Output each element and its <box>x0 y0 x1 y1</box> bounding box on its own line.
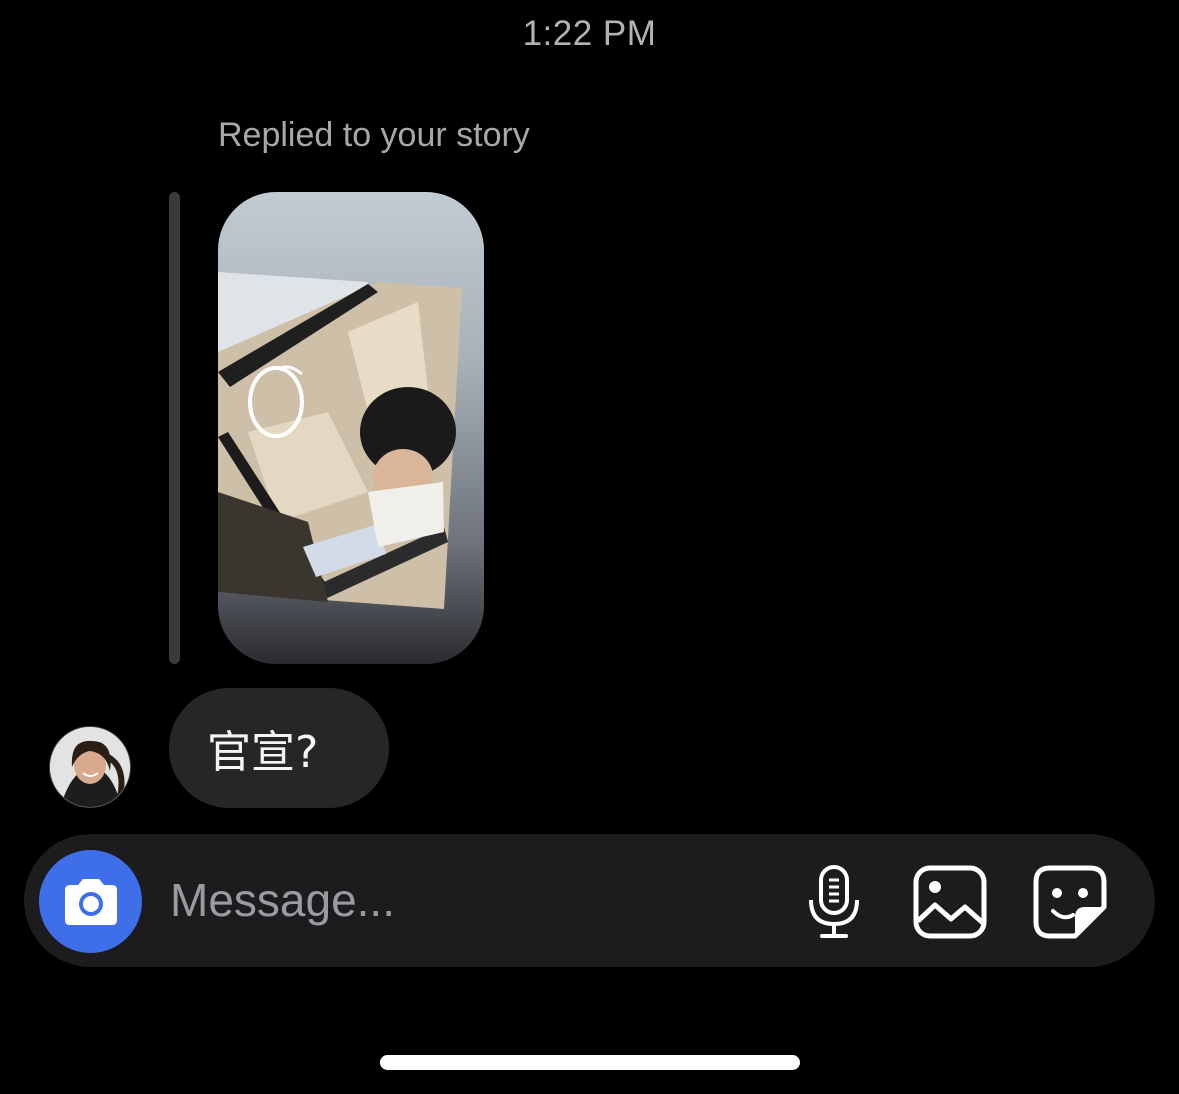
gallery-button[interactable] <box>910 862 990 942</box>
sticker-button[interactable] <box>1030 862 1110 942</box>
message-input[interactable] <box>170 870 730 930</box>
story-photo <box>218 272 462 609</box>
story-reply-label: Replied to your story <box>218 116 530 154</box>
voice-message-button[interactable] <box>794 862 874 942</box>
message-text: 官宣? <box>207 727 319 778</box>
camera-icon <box>64 878 117 925</box>
reply-indicator-bar <box>169 192 180 664</box>
message-bubble[interactable]: 官宣? <box>169 688 389 808</box>
microphone-icon <box>809 865 859 938</box>
story-preview[interactable] <box>218 192 484 664</box>
gallery-icon <box>913 865 987 939</box>
avatar-photo <box>50 727 130 807</box>
message-composer <box>24 834 1155 967</box>
message-timestamp: 1:22 PM <box>522 14 657 53</box>
sticker-icon <box>1033 865 1107 939</box>
home-indicator[interactable] <box>380 1055 800 1070</box>
camera-button[interactable] <box>39 850 142 953</box>
sender-avatar[interactable] <box>49 726 131 808</box>
